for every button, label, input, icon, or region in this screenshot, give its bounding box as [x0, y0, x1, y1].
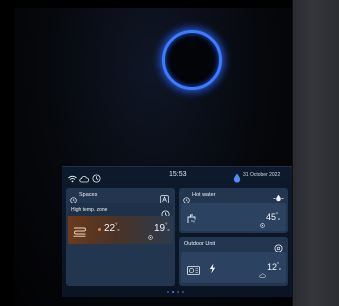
wall-seam — [292, 0, 293, 306]
heating-indicator-dot — [98, 227, 101, 231]
status-time: 15:53 — [169, 171, 187, 178]
outdoor-unit-card[interactable]: Outdoor Unit 12°c — [179, 237, 288, 286]
hot-water-temp-sub: c — [278, 216, 281, 221]
ring — [162, 30, 222, 90]
lightning-icon — [209, 261, 216, 279]
current-temp-sub: c — [117, 227, 120, 232]
status-light-ring — [152, 20, 232, 100]
fan-unit-icon — [187, 262, 200, 280]
outdoor-unit-tile[interactable]: 12°c — [181, 252, 286, 283]
outdoor-temperature: 12°c — [267, 262, 282, 272]
hot-water-temperature: 45°c — [266, 212, 281, 222]
spaces-title: Spaces — [79, 192, 98, 198]
hot-water-card[interactable]: Hot water 45°c — [179, 188, 288, 233]
status-date: 31 October 2022 — [243, 171, 281, 178]
page-dot[interactable] — [167, 291, 169, 293]
page-dot-active[interactable] — [172, 291, 174, 293]
floor-heating-icon — [73, 224, 86, 242]
target-temp-sub: c — [167, 227, 170, 232]
control-screen: 15:53 31 October 2022 Spaces High temp. … — [62, 166, 292, 297]
tap-icon — [187, 211, 198, 229]
outdoor-unit-title: Outdoor Unit — [184, 241, 216, 247]
target-temperature: 19°c — [154, 223, 170, 234]
spaces-card[interactable]: Spaces High temp. zone 22°c 19°c — [66, 188, 175, 286]
target-thermostat-icon — [148, 227, 153, 245]
wall-panel-edge — [293, 0, 339, 306]
wifi-icon — [68, 170, 77, 188]
page-dot[interactable] — [182, 291, 184, 293]
hot-water-tile[interactable]: 45°c — [181, 203, 286, 231]
status-bar: 15:53 31 October 2022 — [62, 167, 292, 183]
hot-water-target-icon — [260, 215, 265, 233]
page-indicator[interactable] — [167, 290, 189, 294]
outdoor-temp-icon — [259, 265, 266, 283]
zone-label: High temp. zone — [71, 207, 108, 213]
mode-icon[interactable] — [92, 170, 101, 188]
photo-scene: 15:53 31 October 2022 Spaces High temp. … — [0, 0, 339, 306]
water-drop-icon — [233, 170, 241, 188]
outdoor-temp-sub: c — [279, 266, 282, 271]
high-temp-zone-tile[interactable]: High temp. zone 22°c 19°c — [68, 203, 173, 244]
hot-water-title: Hot water — [192, 192, 216, 198]
cloud-icon — [79, 170, 90, 188]
page-dot[interactable] — [177, 291, 179, 293]
current-temperature: 22°c — [104, 223, 120, 234]
